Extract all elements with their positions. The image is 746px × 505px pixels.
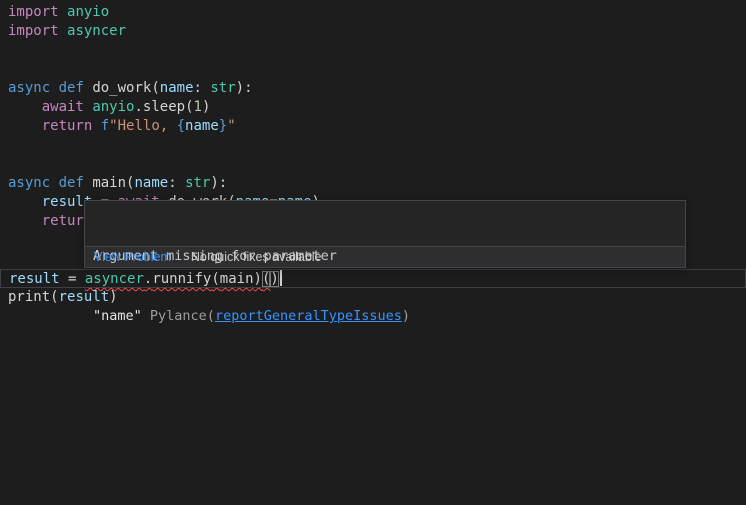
code-token[interactable]: anyio [92,99,134,115]
code-token[interactable]: . [134,99,142,115]
code-line[interactable]: await anyio.sleep(1) [0,98,746,117]
code-token[interactable]: f [101,118,109,134]
code-token[interactable]: def [59,80,84,96]
code-token[interactable]: main [92,175,126,191]
code-token[interactable]: async [8,80,50,96]
diagnostic-rule-link[interactable]: reportGeneralTypeIssues [215,308,402,324]
view-problem-link[interactable]: View Problem [94,250,171,264]
code-token[interactable]: result [9,271,60,287]
code-token[interactable]: ): [210,175,227,191]
code-token[interactable]: def [59,175,84,191]
code-token[interactable]: " [227,118,235,134]
code-token[interactable]: name [160,80,194,96]
quick-fix-status: No quick fixes available [191,250,322,264]
code-token[interactable]: = [60,271,85,287]
code-line[interactable] [0,41,746,60]
diagnostic-message-text: ) [402,308,410,324]
code-token[interactable]: ( [151,80,159,96]
code-token[interactable]: sleep [143,99,185,115]
code-token[interactable]: ( [185,99,193,115]
code-token[interactable]: } [219,118,227,134]
diagnostic-hover-tooltip: Argument missing for parameter "name" Py… [84,200,686,268]
diagnostic-message-text: "name" [93,308,142,324]
code-line[interactable]: import anyio [0,3,746,22]
code-token[interactable] [50,80,58,96]
diagnostic-message-line2: "name" Pylance(reportGeneralTypeIssues) [93,306,677,326]
code-token[interactable] [50,175,58,191]
code-token[interactable]: 1 [194,99,202,115]
diagnostic-message: Argument missing for parameter "name" Py… [85,201,685,246]
code-token[interactable] [8,99,42,115]
code-token[interactable] [8,213,42,229]
code-token[interactable]: import [8,23,59,39]
code-token[interactable]: "Hello, [109,118,176,134]
code-line[interactable]: async def main(name: str): [0,174,746,193]
code-token[interactable]: str [185,175,210,191]
code-token[interactable]: : [168,175,185,191]
diagnostic-message-text: Pylance( [142,308,215,324]
code-token[interactable]: do_work [92,80,151,96]
code-token[interactable]: { [177,118,185,134]
code-token[interactable]: str [210,80,235,96]
code-line[interactable] [0,60,746,79]
code-token[interactable]: asyncer [67,23,126,39]
code-token[interactable]: name [134,175,168,191]
code-line[interactable]: return f"Hello, {name}" [0,117,746,136]
code-line[interactable]: async def do_work(name: str): [0,79,746,98]
code-token[interactable]: : [194,80,211,96]
code-token[interactable] [8,118,42,134]
code-token[interactable]: name [185,118,219,134]
code-editor[interactable]: import anyioimport asyncerasync def do_w… [0,0,746,505]
code-token[interactable]: ): [236,80,253,96]
code-line[interactable] [0,155,746,174]
code-token[interactable]: ) [202,99,210,115]
code-token[interactable]: ( [50,289,58,305]
code-token[interactable]: print [8,289,50,305]
code-token[interactable] [8,194,42,210]
code-token[interactable]: await [42,99,84,115]
code-token[interactable] [59,23,67,39]
code-token[interactable]: return [42,118,93,134]
code-token[interactable] [59,4,67,20]
code-token[interactable] [92,118,100,134]
code-token[interactable]: import [8,4,59,20]
code-line[interactable]: import asyncer [0,22,746,41]
code-line[interactable] [0,136,746,155]
code-token[interactable]: async [8,175,50,191]
code-token[interactable]: anyio [67,4,109,20]
